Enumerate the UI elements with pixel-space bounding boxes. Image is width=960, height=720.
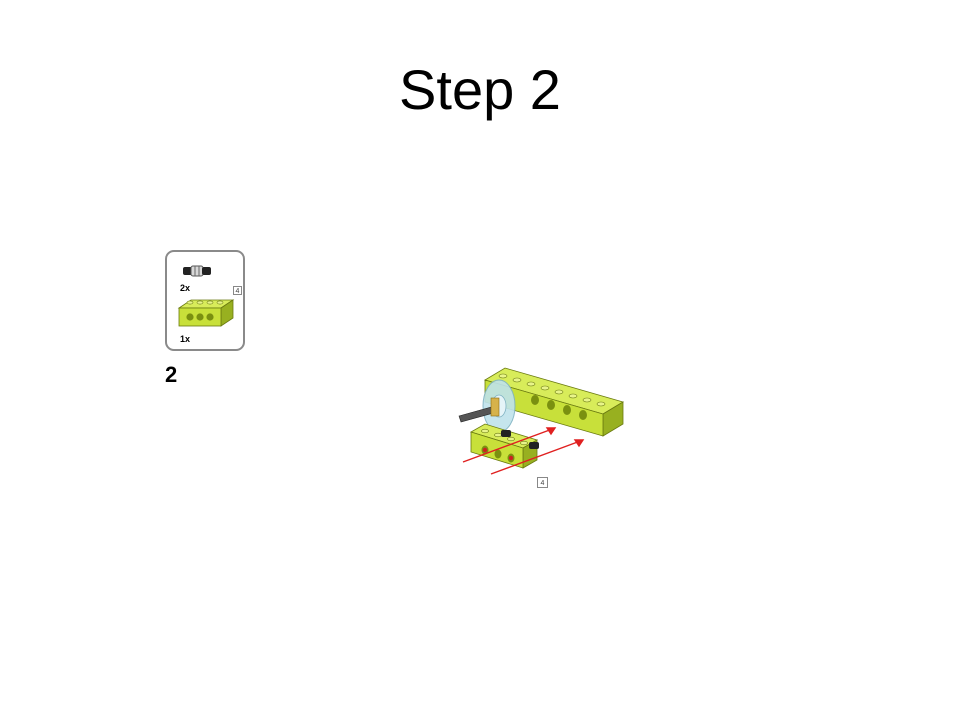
- slide-title: Step 2: [399, 58, 561, 121]
- axle-connector-quantity: 2x: [180, 283, 191, 293]
- beam-4-quantity: 1x: [180, 334, 191, 344]
- parts-list-box: 2x 4 1x: [165, 250, 245, 351]
- assembly-length-tag: 4: [537, 477, 548, 488]
- assembly-illustration: [458, 367, 624, 475]
- step-number: 2: [165, 362, 178, 387]
- beam-4-icon: [177, 299, 235, 327]
- axle-connector-icon: [183, 265, 211, 277]
